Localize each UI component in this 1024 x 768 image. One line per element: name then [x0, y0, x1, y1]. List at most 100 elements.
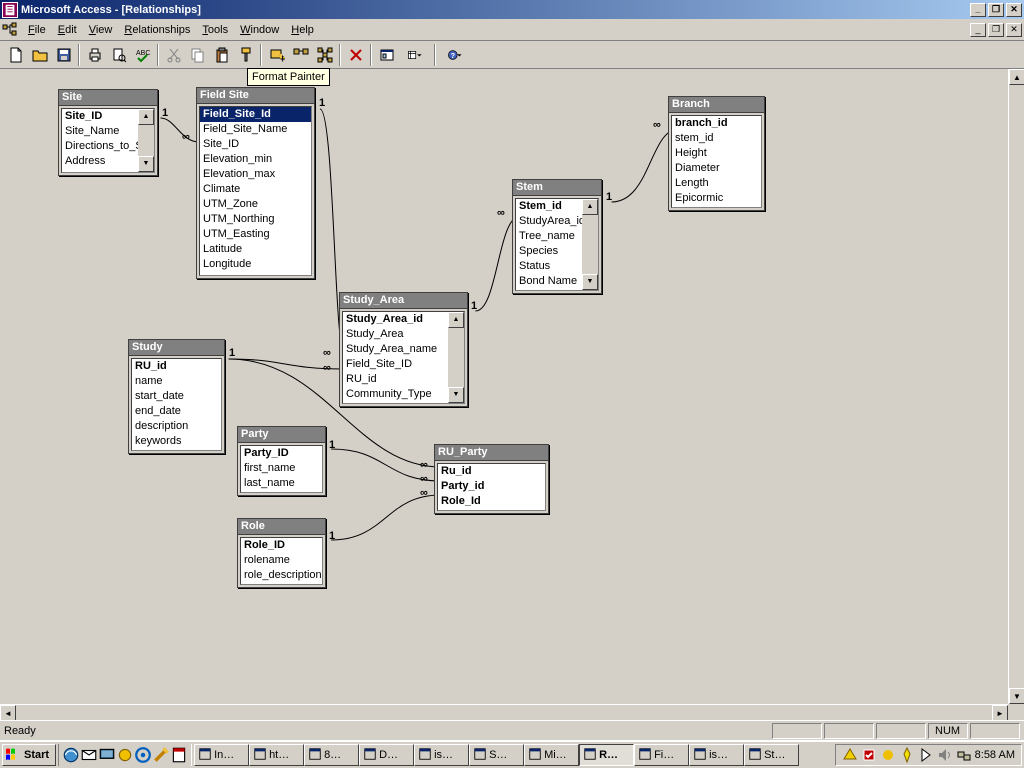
- scroll-left-button[interactable]: ◄: [0, 705, 16, 720]
- table-field[interactable]: Community_Type: [343, 387, 448, 402]
- task-item[interactable]: St…: [744, 744, 799, 766]
- table-field[interactable]: RU_id: [132, 359, 221, 374]
- table-title[interactable]: RU_Party: [435, 445, 548, 461]
- mdi-close-button[interactable]: ✕: [1006, 23, 1022, 37]
- scrollbar[interactable]: ▲▼: [582, 199, 598, 290]
- table-field[interactable]: Site_Name: [62, 124, 138, 139]
- ql-icon[interactable]: [152, 746, 170, 764]
- scroll-up-button[interactable]: ▲: [1009, 69, 1024, 85]
- show-table-button[interactable]: +: [265, 44, 288, 66]
- table-title[interactable]: Stem: [513, 180, 601, 196]
- scroll-right-button[interactable]: ►: [992, 705, 1008, 720]
- table-field[interactable]: Address: [62, 154, 138, 169]
- format-painter-button[interactable]: [234, 44, 257, 66]
- desktop-icon[interactable]: [98, 746, 116, 764]
- task-item[interactable]: ht…: [249, 744, 304, 766]
- mdi-minimize-button[interactable]: _: [970, 23, 986, 37]
- table-title[interactable]: Study_Area: [340, 293, 467, 309]
- relationships-canvas[interactable]: 1 ∞ 1 ∞ 1 ∞ ∞ 1 ∞ 1 ∞ 1 ∞ 1 ∞ Site Site_…: [0, 69, 1024, 720]
- new-button[interactable]: [4, 44, 27, 66]
- table-field[interactable]: Species: [516, 244, 582, 259]
- task-item[interactable]: is…: [689, 744, 744, 766]
- show-all-button[interactable]: [313, 44, 336, 66]
- table-title[interactable]: Study: [129, 340, 224, 356]
- table-field[interactable]: Site_ID: [62, 109, 138, 124]
- print-button[interactable]: [83, 44, 106, 66]
- table-field[interactable]: Stem_id: [516, 199, 582, 214]
- tray-icon[interactable]: [937, 747, 953, 763]
- horizontal-scrollbar[interactable]: ◄ ►: [0, 704, 1008, 720]
- table-field[interactable]: Bond Name: [516, 274, 582, 289]
- table-field[interactable]: Ru_id: [438, 464, 545, 479]
- table-field[interactable]: UTM_Easting: [200, 227, 311, 242]
- restore-button[interactable]: ❐: [988, 3, 1004, 17]
- tray-icon[interactable]: [842, 747, 858, 763]
- table-party[interactable]: Party Party_IDfirst_namelast_name: [237, 426, 326, 496]
- show-direct-button[interactable]: [289, 44, 312, 66]
- table-field[interactable]: Field_Site_ID: [343, 357, 448, 372]
- table-field[interactable]: Height: [672, 146, 761, 161]
- database-window-button[interactable]: [375, 44, 398, 66]
- minimize-button[interactable]: _: [970, 3, 986, 17]
- task-item[interactable]: Mi…: [524, 744, 579, 766]
- table-field[interactable]: Longitude: [200, 257, 311, 272]
- task-item[interactable]: In…: [194, 744, 249, 766]
- ie-icon[interactable]: [62, 746, 80, 764]
- tray-icon[interactable]: [880, 747, 896, 763]
- ql-icon[interactable]: [170, 746, 188, 764]
- table-role[interactable]: Role Role_IDrolenamerole_description: [237, 518, 326, 588]
- table-field[interactable]: Epicormic: [672, 191, 761, 206]
- menu-tools[interactable]: Tools: [196, 22, 234, 38]
- table-field[interactable]: Role_Id: [438, 494, 545, 509]
- task-item[interactable]: is…: [414, 744, 469, 766]
- table-field[interactable]: Site_ID: [200, 137, 311, 152]
- table-title[interactable]: Field Site: [197, 88, 314, 104]
- ql-icon[interactable]: [134, 746, 152, 764]
- table-field[interactable]: end_date: [132, 404, 221, 419]
- clock[interactable]: 8:58 AM: [975, 749, 1015, 761]
- menu-relationships[interactable]: Relationships: [118, 22, 196, 38]
- table-field[interactable]: role_description: [241, 568, 322, 583]
- menu-view[interactable]: View: [83, 22, 119, 38]
- outlook-icon[interactable]: [80, 746, 98, 764]
- cut-button[interactable]: [162, 44, 185, 66]
- help-button[interactable]: ?: [439, 44, 471, 66]
- menu-window[interactable]: Window: [234, 22, 285, 38]
- delete-button[interactable]: [344, 44, 367, 66]
- table-field[interactable]: Study_Area_name: [343, 342, 448, 357]
- table-field[interactable]: Field_Site_Id: [200, 107, 311, 122]
- print-preview-button[interactable]: [107, 44, 130, 66]
- table-field[interactable]: Status: [516, 259, 582, 274]
- open-button[interactable]: [28, 44, 51, 66]
- task-item[interactable]: Fi…: [634, 744, 689, 766]
- table-field[interactable]: Elevation_max: [200, 167, 311, 182]
- tray-icon[interactable]: [918, 747, 934, 763]
- ql-icon[interactable]: [116, 746, 134, 764]
- table-field[interactable]: keywords: [132, 434, 221, 449]
- tray-icon[interactable]: [899, 747, 915, 763]
- table-field[interactable]: Study_Area_id: [343, 312, 448, 327]
- table-field[interactable]: Field_Site_Name: [200, 122, 311, 137]
- paste-button[interactable]: [210, 44, 233, 66]
- table-field[interactable]: branch_id: [672, 116, 761, 131]
- scrollbar[interactable]: ▲▼: [448, 312, 464, 403]
- mdi-restore-button[interactable]: ❐: [988, 23, 1004, 37]
- mdi-icon[interactable]: [2, 22, 18, 38]
- scroll-down-button[interactable]: ▼: [1009, 688, 1024, 704]
- table-site[interactable]: Site Site_IDSite_NameDirections_to_SiteA…: [58, 89, 158, 176]
- menu-file[interactable]: File: [22, 22, 52, 38]
- new-object-button[interactable]: [399, 44, 431, 66]
- table-field[interactable]: UTM_Zone: [200, 197, 311, 212]
- menu-edit[interactable]: Edit: [52, 22, 83, 38]
- table-fieldsite[interactable]: Field Site Field_Site_IdField_Site_NameS…: [196, 87, 315, 279]
- table-field[interactable]: Party_id: [438, 479, 545, 494]
- spelling-button[interactable]: ABC: [131, 44, 154, 66]
- table-field[interactable]: RU_id: [343, 372, 448, 387]
- table-title[interactable]: Site: [59, 90, 157, 106]
- copy-button[interactable]: [186, 44, 209, 66]
- table-title[interactable]: Role: [238, 519, 325, 535]
- table-field[interactable]: first_name: [241, 461, 322, 476]
- table-field[interactable]: Climate: [200, 182, 311, 197]
- table-field[interactable]: start_date: [132, 389, 221, 404]
- task-item[interactable]: D…: [359, 744, 414, 766]
